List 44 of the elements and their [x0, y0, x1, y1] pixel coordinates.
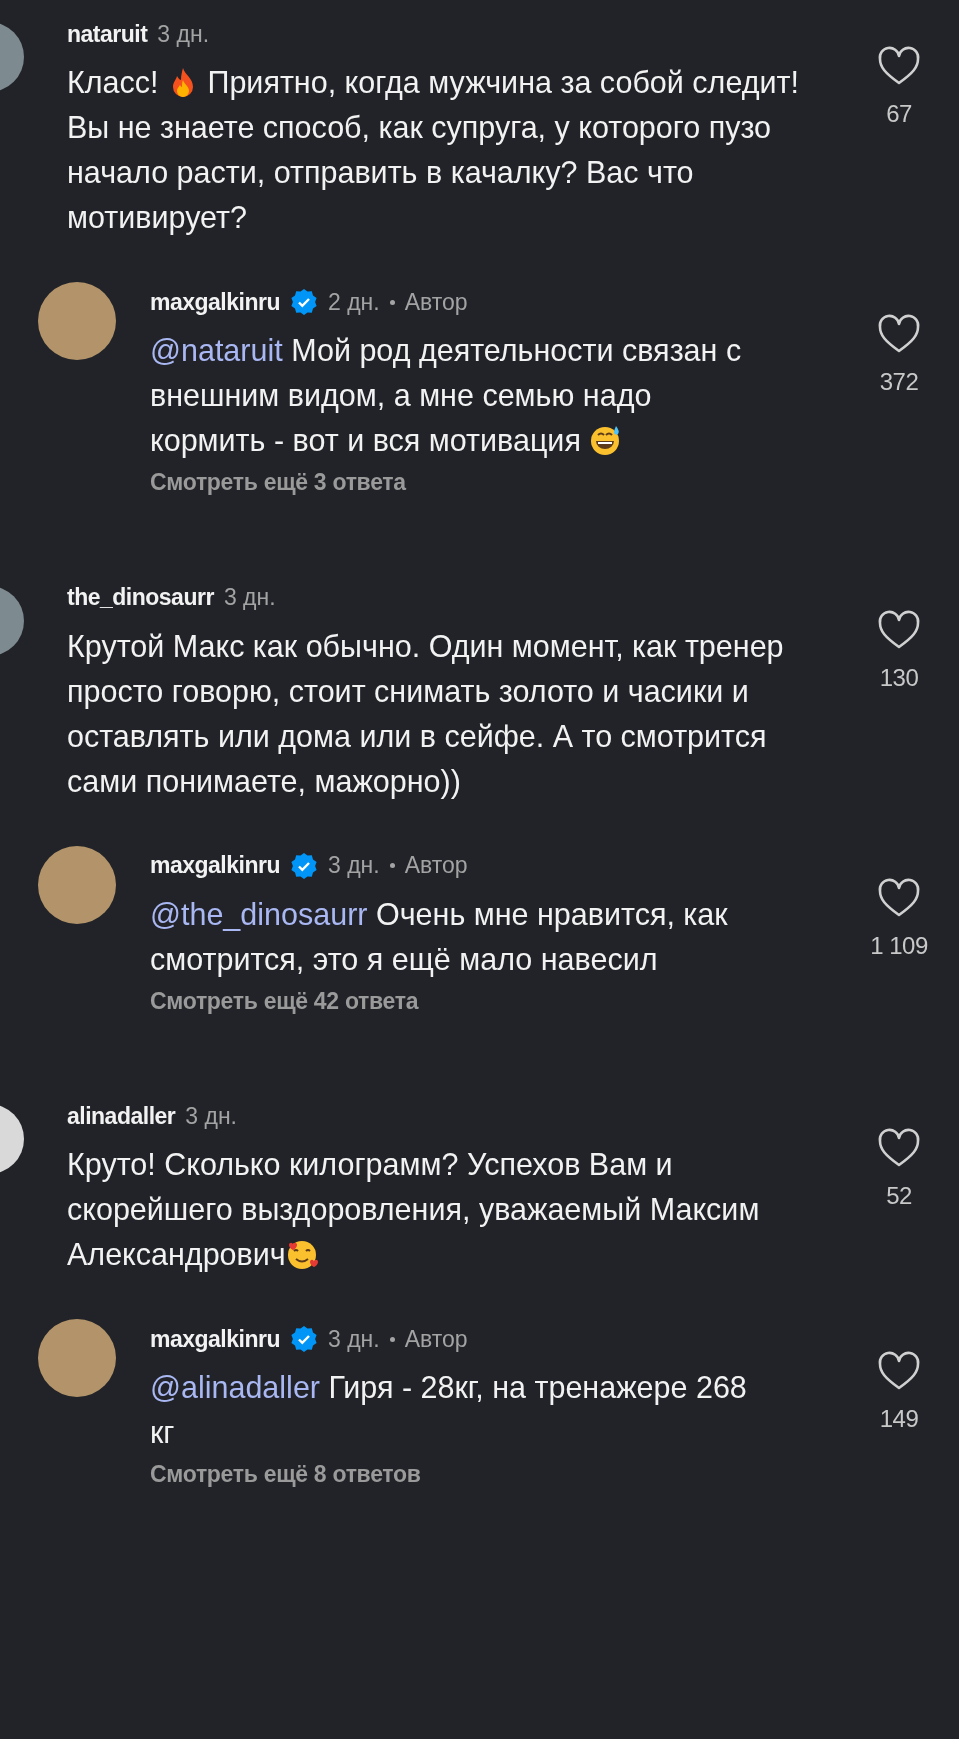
sweat-smile-emoji-icon: [589, 424, 622, 456]
comment-text: Круто! Сколько килограмм? Успехов Вам и скорейшего выздоровления, уважаемый Максим Александрович: [67, 1146, 761, 1274]
heart-icon[interactable]: [877, 1351, 921, 1391]
username[interactable]: maxgalkinru: [150, 284, 280, 320]
heart-icon[interactable]: [877, 609, 921, 650]
separator-dot: [389, 863, 395, 868]
view-more-replies-link[interactable]: Смотреть ещё 8 ответов: [150, 1457, 839, 1492]
timestamp: 3 дн.: [223, 583, 276, 613]
comment-text: Крутой Макс как обычно. Один момент, как тренер просто говорю, стоит снимать золото и часики и оставлять или дома или в сейфе. А то смотрится сами понимаете, мажорно)): [67, 627, 785, 801]
like-count: 52: [886, 1181, 912, 1211]
author-label: Автор: [404, 287, 468, 317]
timestamp: 3 дн.: [157, 19, 210, 49]
username[interactable]: nataruit: [67, 16, 148, 52]
comment-text: @the_dinosaurr Очень мне нравится, как смотрится, это я ещё мало навесил: [150, 895, 729, 979]
like-count: 149: [879, 1404, 919, 1434]
view-more-replies-link[interactable]: Смотреть ещё 3 ответа: [150, 465, 839, 500]
username[interactable]: maxgalkinru: [150, 1321, 280, 1357]
timestamp: 3 дн.: [328, 1324, 380, 1354]
smiling-face-with-hearts-icon: [285, 1238, 318, 1270]
heart-icon[interactable]: [877, 314, 921, 354]
username[interactable]: alinadaller: [67, 1098, 176, 1134]
mention-link[interactable]: @the_dinosaurr: [150, 896, 368, 931]
username[interactable]: maxgalkinru: [150, 848, 280, 883]
comment-text: @nataruit Мой род деятельности связан с внешним видом, а мне семью надо кормить - вот и вся мотивация: [150, 332, 743, 460]
username[interactable]: the_dinosaurr: [67, 580, 214, 615]
timestamp: 2 дн.: [328, 287, 380, 317]
separator-dot: [389, 299, 395, 305]
author-label: Автор: [404, 1324, 468, 1354]
comment-text: @alinadaller Гиря - 28кг, на тренажере 268 кг: [150, 1369, 748, 1451]
author-label: Автор: [404, 851, 468, 881]
view-more-replies-link[interactable]: Смотреть ещё 42 ответа: [150, 983, 839, 1018]
mention-link[interactable]: @nataruit: [150, 333, 283, 367]
like-count: 67: [886, 99, 912, 129]
like-count: 372: [879, 367, 919, 397]
timestamp: 3 дн.: [185, 1101, 237, 1131]
comment-text: Класс! Приятно, когда мужчина за собой следит! Вы не знаете способ, как супруга, у которого пузо начало расти, отправить в качалку? Вас что мотивирует?: [67, 64, 800, 237]
heart-icon[interactable]: [877, 46, 921, 86]
heart-icon[interactable]: [877, 1128, 921, 1168]
like-count: 1 109: [870, 930, 928, 961]
heart-icon[interactable]: [877, 877, 921, 918]
timestamp: 3 дн.: [328, 851, 380, 881]
like-count: 130: [879, 662, 919, 693]
mention-link[interactable]: @alinadaller: [150, 1370, 320, 1404]
separator-dot: [389, 1336, 395, 1342]
